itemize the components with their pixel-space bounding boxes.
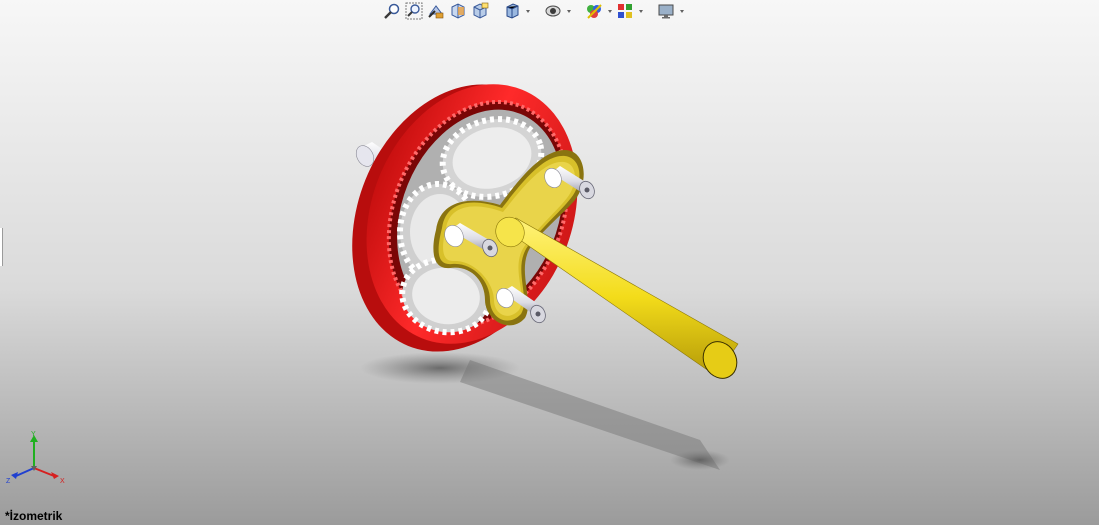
view-orientation-label: *İzometrik <box>5 509 63 523</box>
zoom-fit-icon <box>384 3 400 19</box>
triad-z-label: Z <box>6 478 11 485</box>
dynamic-annotation-views-button[interactable] <box>470 1 490 21</box>
graphics-area[interactable] <box>0 0 1099 525</box>
display-style-icon <box>545 5 561 17</box>
previous-view-icon <box>428 5 444 19</box>
planetary-gear-assembly[interactable] <box>0 0 1099 525</box>
triad-x-label: X <box>60 478 65 485</box>
axis-triad-icon: Y X Z <box>6 431 65 485</box>
reference-triad[interactable]: Y X Z <box>4 428 70 488</box>
zoom-to-area-button[interactable] <box>404 1 424 21</box>
zoom-to-fit-button[interactable] <box>382 1 402 21</box>
previous-view-button[interactable] <box>426 1 446 21</box>
view-orientation-button[interactable] <box>502 1 522 21</box>
hide-show-items-button[interactable] <box>584 1 604 21</box>
edit-appearance-dropdown[interactable] <box>637 1 644 21</box>
heads-up-view-toolbar <box>382 0 685 22</box>
model-shadow <box>360 352 730 470</box>
view-orientation-dropdown[interactable] <box>524 1 531 21</box>
view-settings-dropdown[interactable] <box>678 1 685 21</box>
display-style-button[interactable] <box>543 1 563 21</box>
zoom-area-icon <box>405 2 423 20</box>
section-view-icon <box>451 3 465 19</box>
view-settings-icon <box>658 4 674 19</box>
display-style-dropdown[interactable] <box>565 1 572 21</box>
hide-show-items-dropdown[interactable] <box>606 1 613 21</box>
triad-y-label: Y <box>31 431 36 438</box>
hide-show-icon <box>587 4 602 19</box>
annotation-view-icon <box>473 2 489 19</box>
view-orientation-icon <box>506 3 519 19</box>
view-settings-button[interactable] <box>656 1 676 21</box>
section-view-button[interactable] <box>448 1 468 21</box>
edit-appearance-button[interactable] <box>615 1 635 21</box>
edit-appearance-icon <box>618 4 632 18</box>
panel-splitter-handle[interactable] <box>0 228 3 266</box>
